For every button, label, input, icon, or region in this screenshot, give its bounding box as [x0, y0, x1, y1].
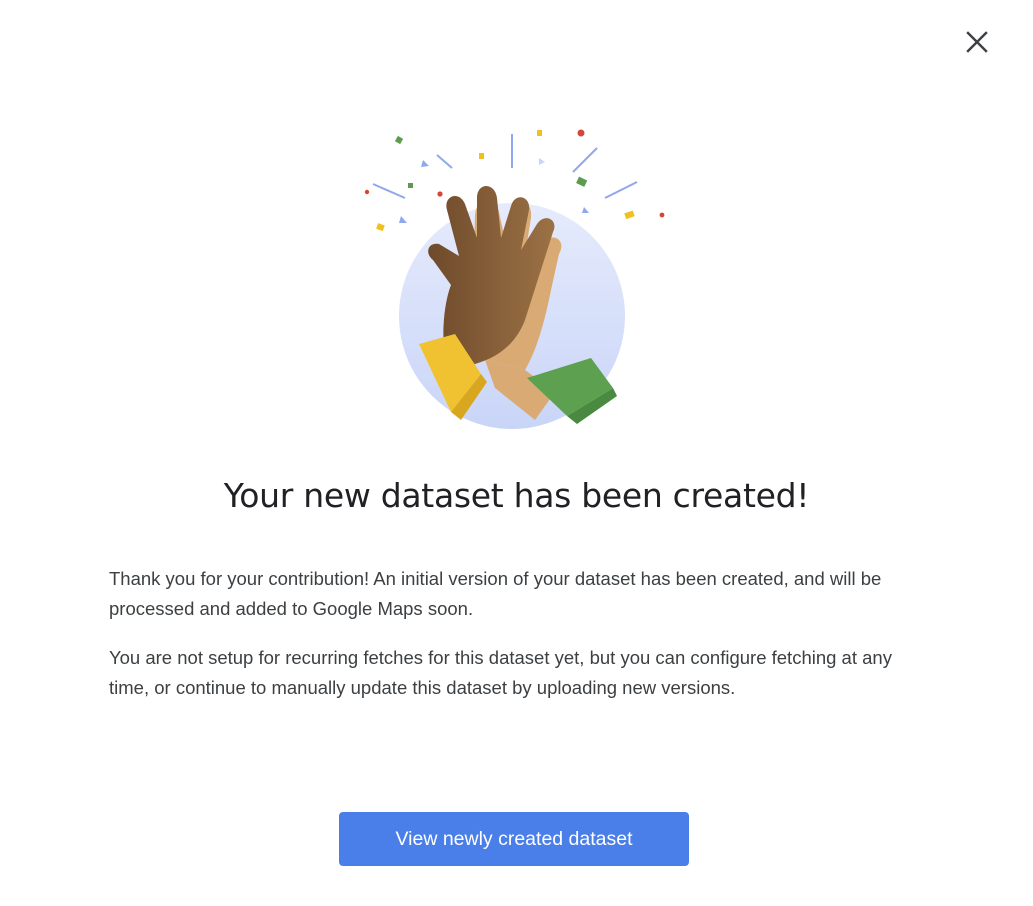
high-five-illustration [364, 129, 665, 429]
dataset-created-dialog: Your new dataset has been created! Thank… [0, 0, 1033, 906]
recurring-fetch-message: You are not setup for recurring fetches … [109, 647, 892, 698]
close-icon [966, 31, 988, 53]
close-button[interactable] [961, 26, 993, 58]
dialog-title: Your new dataset has been created! [223, 476, 810, 515]
view-dataset-button[interactable]: View newly created dataset [339, 812, 689, 866]
confirmation-message: Thank you for your contribution! An init… [109, 568, 882, 619]
